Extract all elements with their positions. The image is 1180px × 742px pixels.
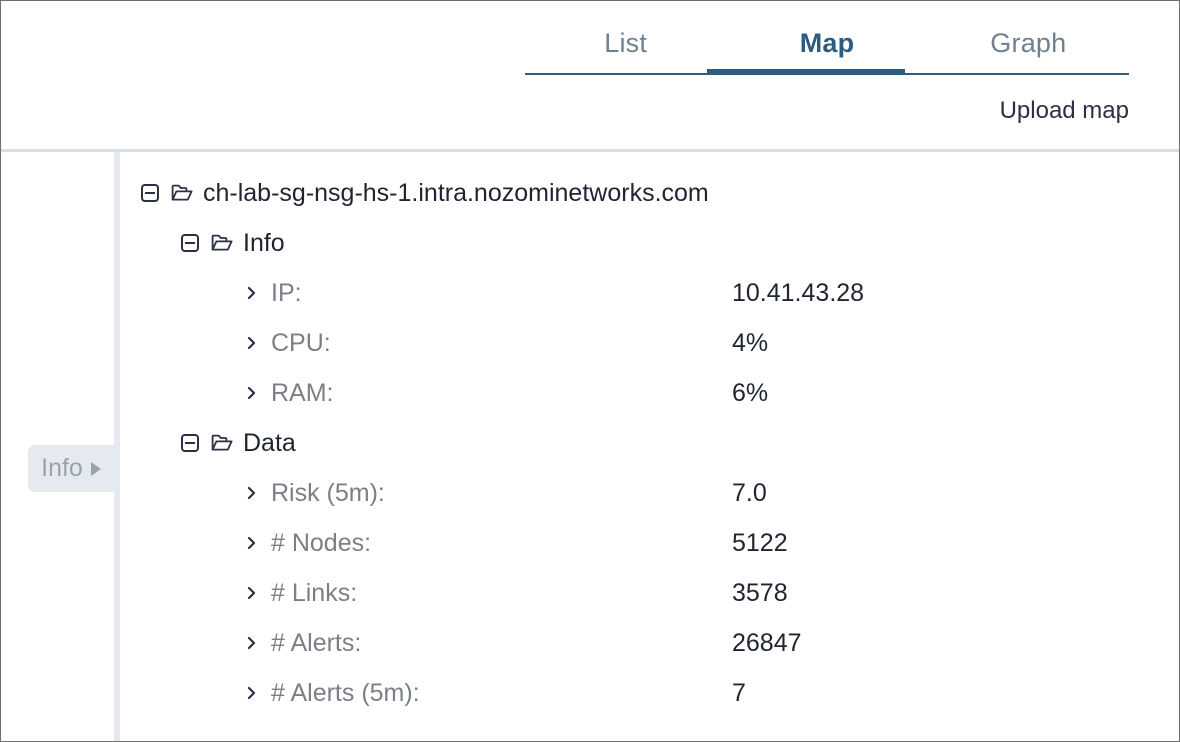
tree-row-nodes-label: # Nodes: — [271, 528, 372, 557]
view-tabs: List Map Graph — [525, 15, 1129, 77]
tree-row-ip[interactable]: IP: 10.41.43.28 — [120, 268, 1179, 318]
tree-node-root-label: ch-lab-sg-nsg-hs-1.intra.nozominetworks.… — [203, 178, 709, 207]
collapse-minus-icon[interactable] — [141, 184, 159, 202]
header-bar: List Map Graph Upload map — [1, 1, 1179, 150]
chevron-right-icon[interactable] — [245, 383, 259, 403]
tree-row-ip-label: IP: — [271, 278, 302, 307]
tree-row-ip-value: 10.41.43.28 — [732, 278, 865, 307]
tree-group-data-label: Data — [243, 428, 296, 457]
tree-row-links-label: # Links: — [271, 578, 358, 607]
tab-list[interactable]: List — [525, 15, 726, 71]
side-tab-info[interactable]: Info — [28, 445, 114, 492]
tree-row-ram-value: 6% — [732, 378, 769, 407]
tree-row-alerts-label: # Alerts: — [271, 628, 362, 657]
tree-group-info-label: Info — [243, 228, 285, 257]
app-window: List Map Graph Upload map Info ch-lab-sg… — [0, 0, 1180, 742]
tree-row-alerts-5m[interactable]: # Alerts (5m): 7 — [120, 668, 1179, 718]
tree-row-alerts-5m-label: # Alerts (5m): — [271, 678, 420, 707]
tree-group-data[interactable]: Data — [120, 418, 1179, 468]
chevron-right-icon[interactable] — [245, 283, 259, 303]
tree-row-cpu-label: CPU: — [271, 328, 331, 357]
chevron-right-icon[interactable] — [245, 483, 259, 503]
tree-group-info[interactable]: Info — [120, 218, 1179, 268]
tree-row-links[interactable]: # Links: 3578 — [120, 568, 1179, 618]
tab-map[interactable]: Map — [726, 15, 927, 71]
tree-row-ram[interactable]: RAM: 6% — [120, 368, 1179, 418]
tree-row-alerts[interactable]: # Alerts: 26847 — [120, 618, 1179, 668]
tree-row-cpu-value: 4% — [732, 328, 769, 357]
open-folder-icon — [171, 184, 193, 201]
collapse-minus-icon[interactable] — [181, 434, 199, 452]
chevron-right-icon[interactable] — [245, 683, 259, 703]
chevron-right-icon[interactable] — [245, 333, 259, 353]
upload-map-button[interactable]: Upload map — [1, 97, 1129, 125]
tree-row-nodes-value: 5122 — [732, 528, 788, 557]
tree-row-nodes[interactable]: # Nodes: 5122 — [120, 518, 1179, 568]
tree-row-cpu[interactable]: CPU: 4% — [120, 318, 1179, 368]
caret-right-icon — [90, 461, 101, 476]
side-tab-info-label: Info — [41, 454, 83, 482]
tree-row-risk-5m-label: Risk (5m): — [271, 478, 385, 507]
tree-row-ram-label: RAM: — [271, 378, 334, 407]
tree-row-alerts-5m-value: 7 — [732, 678, 746, 707]
tab-active-indicator — [707, 69, 905, 75]
tree-row-risk-5m[interactable]: Risk (5m): 7.0 — [120, 468, 1179, 518]
open-folder-icon — [211, 234, 233, 251]
tree-row-risk-5m-value: 7.0 — [732, 478, 767, 507]
tree-row-links-value: 3578 — [732, 578, 788, 607]
tab-graph[interactable]: Graph — [928, 15, 1129, 71]
tree-node-root[interactable]: ch-lab-sg-nsg-hs-1.intra.nozominetworks.… — [120, 168, 1179, 218]
property-tree: ch-lab-sg-nsg-hs-1.intra.nozominetworks.… — [120, 152, 1179, 741]
chevron-right-icon[interactable] — [245, 583, 259, 603]
left-rail: Info — [1, 152, 114, 741]
chevron-right-icon[interactable] — [245, 633, 259, 653]
tree-row-alerts-value: 26847 — [732, 628, 802, 657]
open-folder-icon — [211, 434, 233, 451]
collapse-minus-icon[interactable] — [181, 234, 199, 252]
chevron-right-icon[interactable] — [245, 533, 259, 553]
